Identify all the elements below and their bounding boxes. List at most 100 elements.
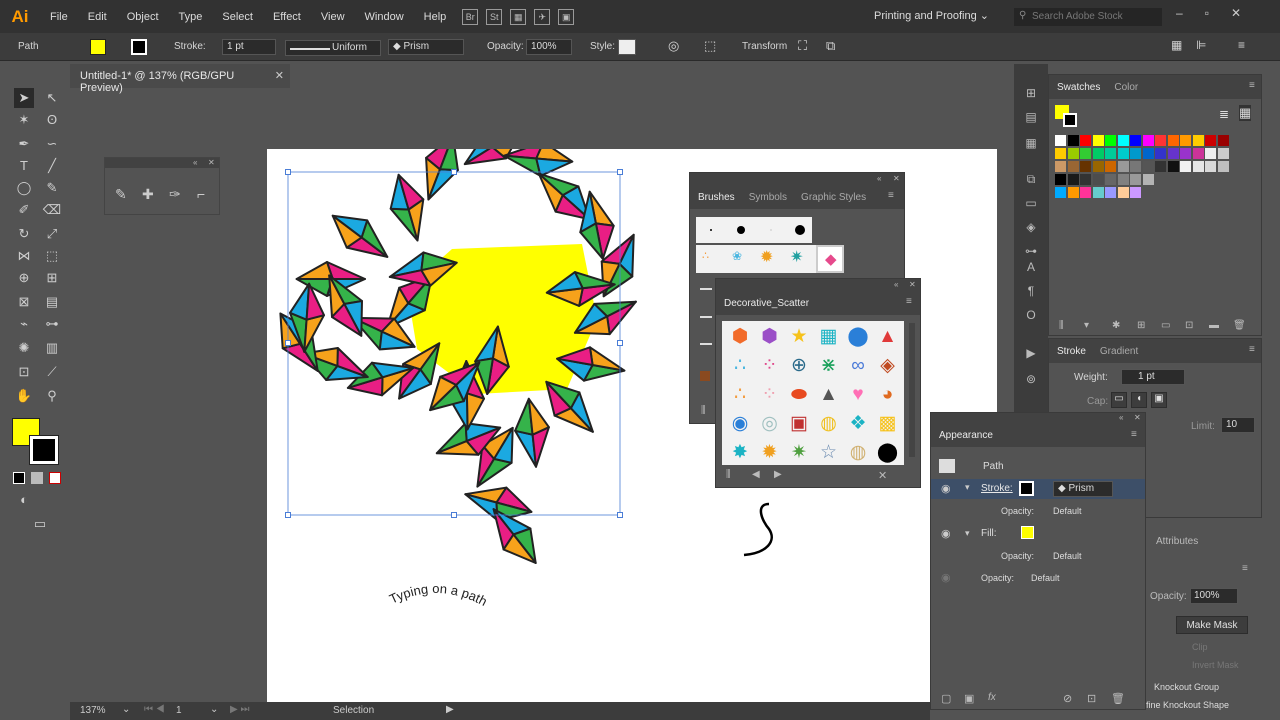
stroke-color-swatch[interactable]: [29, 435, 59, 465]
document-tab[interactable]: Untitled-1* @ 137% (RGB/GPU Preview) ✕: [70, 64, 290, 94]
color-swatch[interactable]: [1117, 174, 1129, 185]
scale-tool-icon[interactable]: ⤢: [42, 224, 62, 244]
opentype-icon[interactable]: O: [1023, 308, 1039, 322]
list-view-icon[interactable]: ≣: [1219, 107, 1229, 121]
color-swatch[interactable]: [1105, 135, 1116, 146]
graphic-style-swatch[interactable]: [618, 39, 636, 55]
scatter-brush-swatch[interactable]: ⬤: [874, 439, 902, 467]
color-swatch[interactable]: [1105, 174, 1116, 185]
direct-selection-tool-icon[interactable]: ↖: [42, 88, 62, 108]
color-swatch[interactable]: [1130, 135, 1141, 146]
ellipse-tool-icon[interactable]: ◯: [14, 178, 34, 198]
color-swatch[interactable]: [1117, 148, 1129, 159]
stroke-attribute-row[interactable]: ◉ ▾ Stroke: ◆ Prism: [931, 479, 1145, 499]
color-swatch[interactable]: [1142, 174, 1154, 185]
color-swatch[interactable]: [1205, 148, 1216, 159]
color-swatch[interactable]: [1067, 135, 1079, 146]
links-icon[interactable]: ⧉: [1023, 172, 1039, 186]
maximize-icon[interactable]: ▫: [1205, 6, 1209, 20]
miter-limit-input[interactable]: 10: [1221, 417, 1255, 433]
color-swatch[interactable]: [1067, 161, 1079, 172]
round-cap-button[interactable]: ◖: [1131, 392, 1147, 408]
color-mode-icon[interactable]: [13, 472, 25, 484]
scatter-brush-swatch[interactable]: ∴: [726, 352, 754, 380]
color-group-icon[interactable]: ⊞: [1137, 320, 1145, 331]
next-library-icon[interactable]: ▶: [774, 469, 782, 480]
color-swatch[interactable]: [1080, 174, 1091, 185]
drawing-mode-icon[interactable]: ◐: [14, 490, 34, 510]
color-swatch[interactable]: [1105, 161, 1116, 172]
delete-swatch-icon[interactable]: 🗑: [1233, 320, 1246, 331]
scatter-brush-swatch[interactable]: ◍: [815, 410, 843, 438]
grid-view-icon[interactable]: ▦: [1239, 105, 1252, 121]
scatter-brush-swatch[interactable]: ⁘: [756, 381, 784, 409]
status-menu-arrow-icon[interactable]: ▶: [446, 704, 454, 715]
color-swatch[interactable]: [1055, 148, 1066, 159]
stock-search-input[interactable]: Search Adobe Stock: [1014, 8, 1162, 26]
color-swatch[interactable]: [1080, 148, 1091, 159]
fill-expand-arrow-icon[interactable]: ▾: [965, 528, 970, 539]
color-swatch[interactable]: [1092, 148, 1104, 159]
selection-handle[interactable]: [617, 512, 623, 518]
hand-tool-icon[interactable]: ✋: [14, 386, 34, 406]
pencil-tool-icon[interactable]: ✎: [115, 186, 127, 203]
opacity-input[interactable]: 100%: [526, 39, 572, 55]
color-swatch[interactable]: [1130, 187, 1141, 198]
scatter-brush-swatch[interactable]: ◍: [844, 439, 872, 467]
scatter-brush-swatch[interactable]: ▲: [815, 381, 843, 409]
artboard-number[interactable]: 1: [176, 705, 182, 716]
scatter-brush-swatch[interactable]: ⬢: [726, 323, 754, 351]
scatter-brush-swatch[interactable]: ⬤: [844, 323, 872, 351]
color-swatch[interactable]: [1105, 148, 1116, 159]
color-swatch[interactable]: [1092, 174, 1104, 185]
color-swatch[interactable]: [1192, 148, 1204, 159]
actions-icon[interactable]: ▶: [1023, 346, 1039, 360]
swatch-libraries-icon[interactable]: ⫼: [1059, 320, 1064, 331]
visibility-eye-icon[interactable]: ◉: [941, 482, 951, 495]
gradient-mode-icon[interactable]: [31, 472, 43, 484]
new-group-icon[interactable]: ▭: [1161, 320, 1170, 331]
opacity-visibility-icon[interactable]: ◉: [941, 571, 951, 584]
artboard-tool-icon[interactable]: ⊡: [14, 362, 34, 382]
pen-tool-icon[interactable]: ✒: [14, 134, 34, 154]
color-swatch[interactable]: [1080, 135, 1091, 146]
color-swatch[interactable]: [1155, 148, 1166, 159]
weight-input[interactable]: 1 pt: [1121, 369, 1185, 385]
color-swatch[interactable]: [1117, 135, 1129, 146]
color-swatch[interactable]: [1117, 187, 1129, 198]
opacity-input[interactable]: 100%: [1190, 588, 1238, 604]
appearance-title[interactable]: Appearance: [939, 430, 993, 441]
arrange-icon[interactable]: ⧉: [826, 38, 835, 54]
paragraph-icon[interactable]: ¶: [1023, 284, 1039, 298]
knockout-group-checkbox[interactable]: Knockout Group: [1154, 682, 1219, 692]
artboards-icon[interactable]: ⊞: [1023, 86, 1039, 100]
delete-anchor-tool-icon[interactable]: ✑: [169, 186, 181, 203]
color-swatch[interactable]: [1092, 135, 1104, 146]
scatter-brush-swatch[interactable]: ✹: [756, 439, 784, 467]
eyedropper-tool-icon[interactable]: ⌁: [14, 314, 34, 334]
column-graph-tool-icon[interactable]: ▥: [42, 338, 62, 358]
shaper-tool-icon[interactable]: ✐: [14, 200, 34, 220]
menu-type[interactable]: Type: [169, 11, 213, 23]
color-swatch[interactable]: [1142, 148, 1154, 159]
close-panel-icon[interactable]: ✕: [1134, 413, 1141, 422]
fill-opacity-label[interactable]: Opacity:: [1001, 551, 1034, 561]
color-swatch[interactable]: [1217, 148, 1229, 159]
selection-handle[interactable]: [285, 169, 291, 175]
active-stroke-swatch[interactable]: [1063, 113, 1077, 127]
tab-attributes[interactable]: Attributes: [1156, 536, 1198, 547]
paintbrush-tool-icon[interactable]: ✎: [42, 178, 62, 198]
properties-icon[interactable]: ▦: [1023, 136, 1039, 150]
sync-icon[interactable]: ▣: [558, 8, 575, 25]
add-stroke-icon[interactable]: ▢: [941, 692, 951, 705]
stroke-brush-dropdown[interactable]: ◆ Prism: [1053, 481, 1113, 497]
scatter-brush-swatch[interactable]: ▩: [874, 410, 902, 438]
library-title[interactable]: Decorative_Scatter: [724, 298, 809, 309]
bridge-icon[interactable]: Br: [462, 8, 479, 25]
butt-cap-button[interactable]: ▭: [1111, 392, 1127, 408]
brush-libraries-icon[interactable]: ⫼: [701, 405, 706, 416]
menu-window[interactable]: Window: [355, 11, 414, 23]
stroke-swatch[interactable]: [131, 39, 147, 55]
close-panel-icon[interactable]: ✕: [208, 158, 215, 167]
color-swatch[interactable]: [1130, 174, 1141, 185]
